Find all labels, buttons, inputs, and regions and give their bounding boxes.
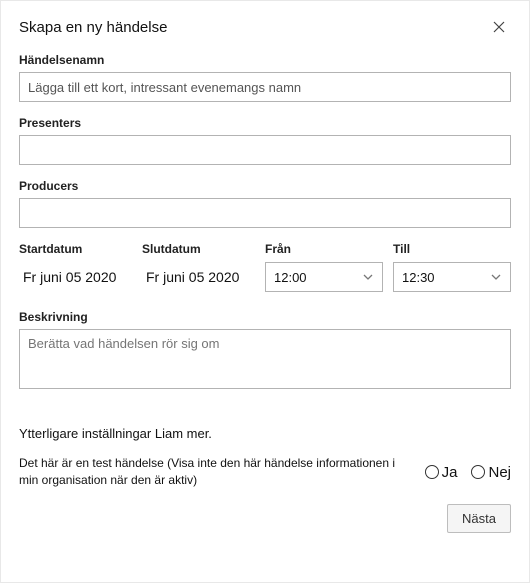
from-time-label: Från	[265, 242, 383, 256]
end-date-label: Slutdatum	[142, 242, 255, 256]
radio-circle-icon	[471, 465, 485, 479]
presenters-input[interactable]	[19, 135, 511, 165]
radio-no[interactable]: Nej	[471, 464, 511, 481]
to-time-value: 12:30	[402, 270, 435, 285]
presenters-field: Presenters	[19, 116, 511, 165]
start-date-value[interactable]: Fr juni 05 2020	[19, 262, 132, 292]
description-field: Beskrivning	[19, 310, 511, 392]
from-time-col: Från 12:00	[265, 242, 383, 292]
dialog-title: Skapa en ny händelse	[19, 19, 167, 36]
producers-input[interactable]	[19, 198, 511, 228]
test-event-radio-group: Ja Nej	[425, 464, 511, 481]
start-date-col: Startdatum Fr juni 05 2020	[19, 242, 132, 292]
radio-circle-icon	[425, 465, 439, 479]
close-button[interactable]	[487, 15, 511, 39]
to-time-col: Till 12:30	[393, 242, 511, 292]
radio-no-label: Nej	[488, 464, 511, 481]
description-input[interactable]	[19, 329, 511, 389]
radio-yes[interactable]: Ja	[425, 464, 458, 481]
chevron-down-icon	[490, 271, 502, 283]
description-label: Beskrivning	[19, 310, 511, 324]
start-date-label: Startdatum	[19, 242, 132, 256]
dialog-footer: Nästa	[19, 504, 511, 533]
event-name-label: Händelsenamn	[19, 53, 511, 67]
test-event-text: Det här är en test händelse (Visa inte d…	[19, 455, 417, 490]
event-name-field: Händelsenamn	[19, 53, 511, 102]
close-icon	[493, 21, 505, 33]
producers-field: Producers	[19, 179, 511, 228]
to-time-select[interactable]: 12:30	[393, 262, 511, 292]
datetime-row: Startdatum Fr juni 05 2020 Slutdatum Fr …	[19, 242, 511, 292]
producers-label: Producers	[19, 179, 511, 193]
more-settings-text: Ytterligare inställningar Liam mer.	[19, 426, 511, 441]
next-button[interactable]: Nästa	[447, 504, 511, 533]
radio-yes-label: Ja	[442, 464, 458, 481]
end-date-col: Slutdatum Fr juni 05 2020	[142, 242, 255, 292]
create-event-dialog: Skapa en ny händelse Händelsenamn Presen…	[0, 0, 530, 583]
to-time-label: Till	[393, 242, 511, 256]
test-event-row: Det här är en test händelse (Visa inte d…	[19, 455, 511, 490]
from-time-select[interactable]: 12:00	[265, 262, 383, 292]
from-time-value: 12:00	[274, 270, 307, 285]
chevron-down-icon	[362, 271, 374, 283]
event-name-input[interactable]	[19, 72, 511, 102]
end-date-value[interactable]: Fr juni 05 2020	[142, 262, 255, 292]
presenters-label: Presenters	[19, 116, 511, 130]
dialog-header: Skapa en ny händelse	[19, 15, 511, 39]
